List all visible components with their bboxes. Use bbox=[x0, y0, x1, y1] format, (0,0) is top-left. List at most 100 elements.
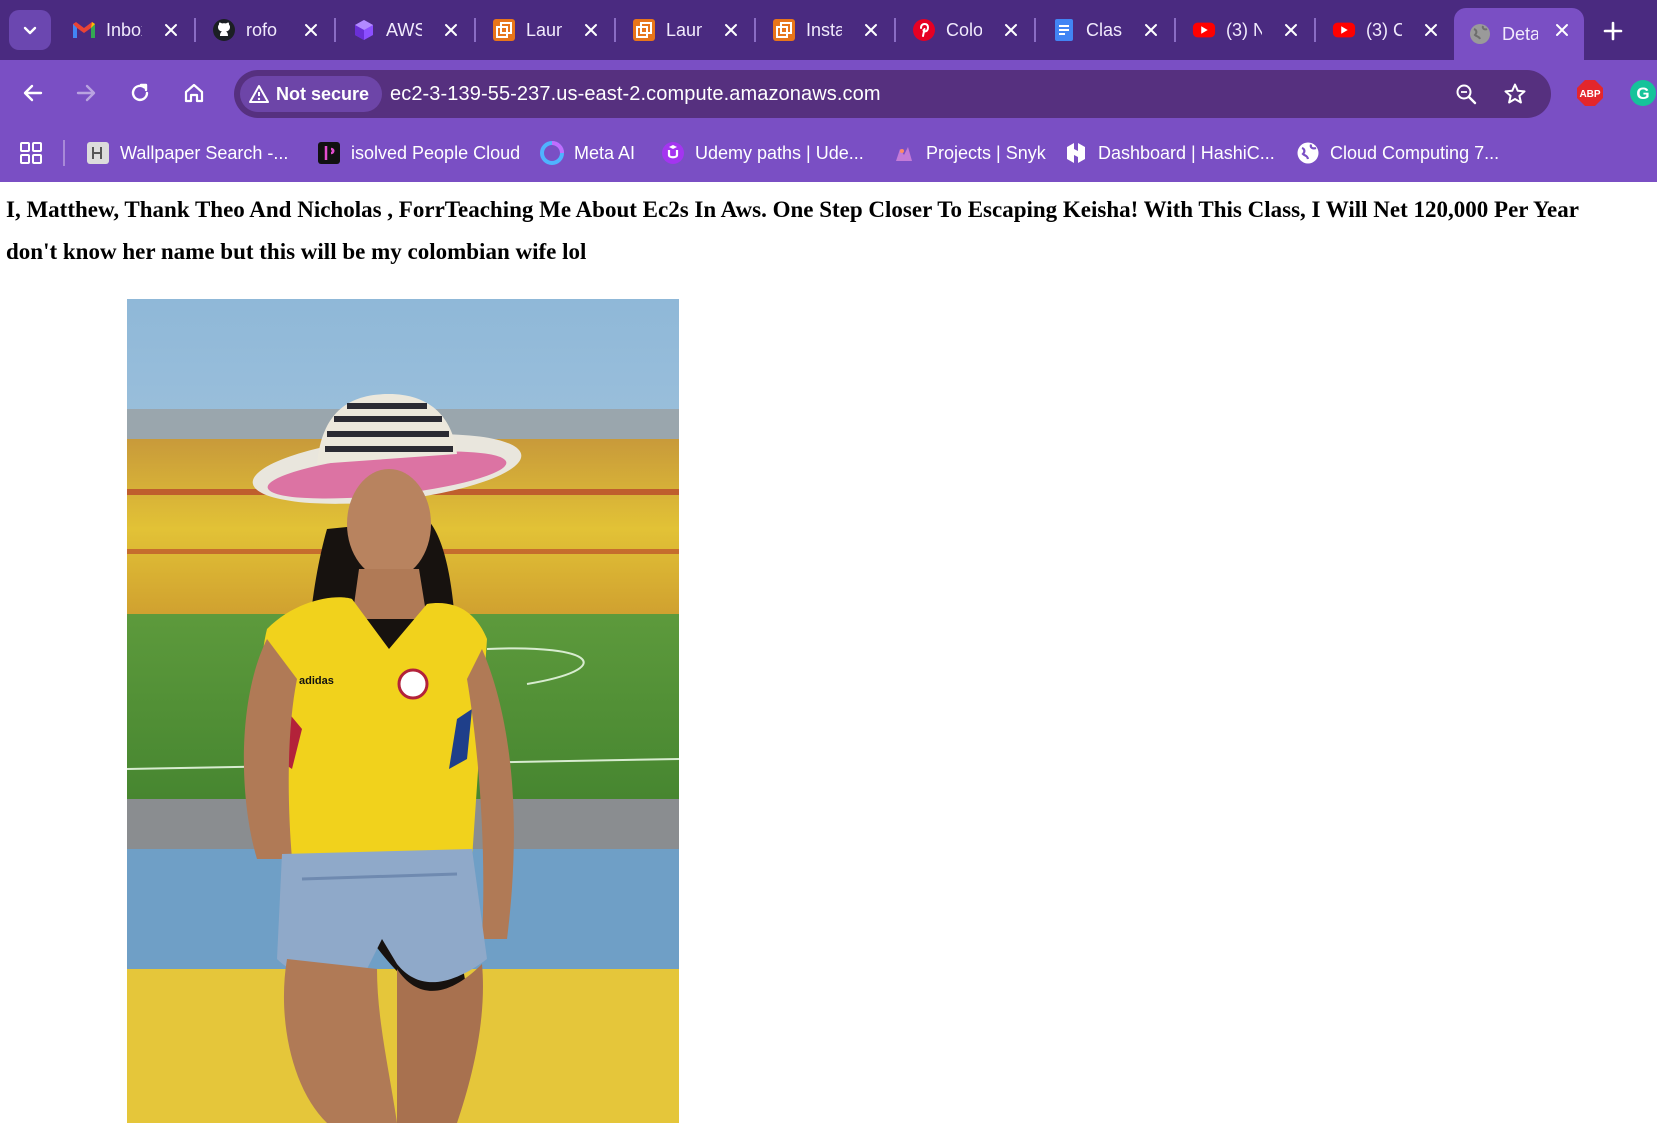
udemy-icon bbox=[661, 141, 685, 165]
tab-github[interactable]: rofo bbox=[198, 8, 333, 52]
tab-title: Laun bbox=[666, 19, 702, 40]
security-chip[interactable]: Not secure bbox=[240, 76, 383, 112]
bookmark-label: isolved People Cloud bbox=[351, 142, 521, 163]
bookmark-label: Udemy paths | Ude... bbox=[695, 142, 864, 163]
tab-separator bbox=[614, 18, 616, 42]
chevron-down-icon bbox=[23, 26, 37, 35]
tab-youtube-1[interactable]: (3) N bbox=[1178, 8, 1313, 52]
hashicorp-icon bbox=[1064, 141, 1088, 165]
svg-text:ABP: ABP bbox=[1579, 89, 1600, 100]
tab-youtube-2[interactable]: (3) C bbox=[1318, 8, 1453, 52]
tab-launch-2[interactable]: Laun bbox=[618, 8, 753, 52]
page-subheading: don't know her name but this will be my … bbox=[6, 239, 587, 264]
tab-inbox[interactable]: Inbox bbox=[58, 8, 193, 52]
svg-text:G: G bbox=[1636, 84, 1649, 103]
adblock-extension[interactable]: ABP bbox=[1576, 79, 1604, 107]
launch-icon bbox=[632, 18, 656, 42]
bookmark-item[interactable]: Projects | Snyk bbox=[892, 138, 1046, 168]
close-icon[interactable] bbox=[1001, 20, 1021, 40]
bookmark-item[interactable]: Wallpaper Search -... bbox=[86, 138, 288, 168]
bookmark-item[interactable]: Cloud Computing 7... bbox=[1296, 138, 1499, 168]
close-icon[interactable] bbox=[301, 20, 321, 40]
page-content: I, Matthew, Thank Theo And Nicholas , Fo… bbox=[0, 182, 1657, 1123]
arrow-right-icon bbox=[76, 84, 96, 102]
docs-icon bbox=[1052, 18, 1076, 42]
close-icon[interactable] bbox=[861, 20, 881, 40]
tab-docs[interactable]: Clas bbox=[1038, 8, 1173, 52]
tab-title: AWS bbox=[386, 19, 422, 40]
tab-instance[interactable]: Insta bbox=[758, 8, 893, 52]
globe-icon bbox=[1296, 141, 1320, 165]
svg-text:adidas: adidas bbox=[299, 675, 334, 687]
wallpaper-icon bbox=[86, 141, 110, 165]
tab-strip: Inbox rofo AWS Laun Laun bbox=[0, 0, 1657, 60]
isolved-icon bbox=[317, 141, 341, 165]
zoom-button[interactable] bbox=[1451, 79, 1481, 109]
bookmark-item[interactable]: Meta AI bbox=[540, 138, 635, 168]
close-icon[interactable] bbox=[1421, 20, 1441, 40]
tab-active-details[interactable]: Deta bbox=[1454, 8, 1584, 60]
bookmark-label: Projects | Snyk bbox=[926, 142, 1046, 163]
plus-icon bbox=[1603, 21, 1623, 41]
abp-icon: ABP bbox=[1577, 80, 1603, 106]
bookmark-separator bbox=[63, 140, 65, 166]
home-icon bbox=[184, 83, 204, 103]
tab-pinterest[interactable]: Colo bbox=[898, 8, 1033, 52]
close-icon[interactable] bbox=[1552, 20, 1572, 40]
launch-icon bbox=[492, 18, 516, 42]
bookmark-item[interactable]: Dashboard | HashiC... bbox=[1064, 138, 1275, 168]
bookmark-item[interactable]: Udemy paths | Ude... bbox=[661, 138, 864, 168]
new-tab-button[interactable] bbox=[1596, 14, 1630, 48]
tab-title: Laun bbox=[526, 19, 562, 40]
close-icon[interactable] bbox=[161, 20, 181, 40]
close-icon[interactable] bbox=[721, 20, 741, 40]
tab-separator bbox=[474, 18, 476, 42]
aws-cube-icon bbox=[352, 18, 376, 42]
bookmark-item[interactable]: isolved People Cloud bbox=[317, 138, 520, 168]
arrow-left-icon bbox=[23, 84, 43, 102]
tab-launch-1[interactable]: Laun bbox=[478, 8, 613, 52]
page-heading: I, Matthew, Thank Theo And Nicholas , Fo… bbox=[6, 197, 1579, 222]
bookmark-label: Wallpaper Search -... bbox=[120, 142, 289, 163]
close-icon[interactable] bbox=[581, 20, 601, 40]
bookmark-star-button[interactable] bbox=[1500, 79, 1530, 109]
tab-title: (3) C bbox=[1366, 19, 1402, 40]
tab-title: Clas bbox=[1086, 19, 1122, 40]
tab-separator bbox=[1314, 18, 1316, 42]
snyk-icon bbox=[892, 141, 916, 165]
tab-separator bbox=[1034, 18, 1036, 42]
grammarly-extension[interactable]: G bbox=[1629, 79, 1657, 107]
stadium-photo: adidas bbox=[127, 299, 679, 1123]
back-button[interactable] bbox=[14, 74, 52, 112]
forward-button[interactable] bbox=[67, 74, 105, 112]
security-label: Not secure bbox=[276, 83, 370, 104]
apps-button[interactable] bbox=[16, 138, 46, 168]
apps-grid-icon bbox=[20, 142, 42, 164]
tab-search-button[interactable] bbox=[9, 10, 51, 50]
close-icon[interactable] bbox=[1141, 20, 1161, 40]
bookmark-label: Meta AI bbox=[574, 142, 636, 163]
close-icon[interactable] bbox=[1281, 20, 1301, 40]
youtube-icon bbox=[1332, 18, 1356, 42]
tab-title: Insta bbox=[806, 19, 842, 40]
tab-separator bbox=[334, 18, 336, 42]
tab-separator bbox=[894, 18, 896, 42]
bookmarks-bar: Wallpaper Search -... isolved People Clo… bbox=[0, 126, 1657, 182]
github-icon bbox=[212, 18, 236, 42]
url-text[interactable]: ec2-3-139-55-237.us-east-2.compute.amazo… bbox=[390, 83, 881, 106]
bookmark-label: Cloud Computing 7... bbox=[1330, 142, 1500, 163]
star-icon bbox=[1504, 83, 1526, 104]
pinterest-icon bbox=[912, 18, 936, 42]
reload-button[interactable] bbox=[121, 74, 159, 112]
tab-separator bbox=[754, 18, 756, 42]
warning-icon bbox=[249, 85, 269, 103]
bookmark-label: Dashboard | HashiC... bbox=[1098, 142, 1275, 163]
launch-icon bbox=[772, 18, 796, 42]
home-button[interactable] bbox=[175, 74, 213, 112]
close-icon[interactable] bbox=[441, 20, 461, 40]
zoom-icon bbox=[1456, 84, 1477, 105]
address-bar[interactable]: Not secure ec2-3-139-55-237.us-east-2.co… bbox=[234, 70, 1551, 118]
tab-title: Colo bbox=[946, 19, 982, 40]
tab-aws[interactable]: AWS bbox=[338, 8, 473, 52]
gmail-icon bbox=[72, 18, 96, 42]
